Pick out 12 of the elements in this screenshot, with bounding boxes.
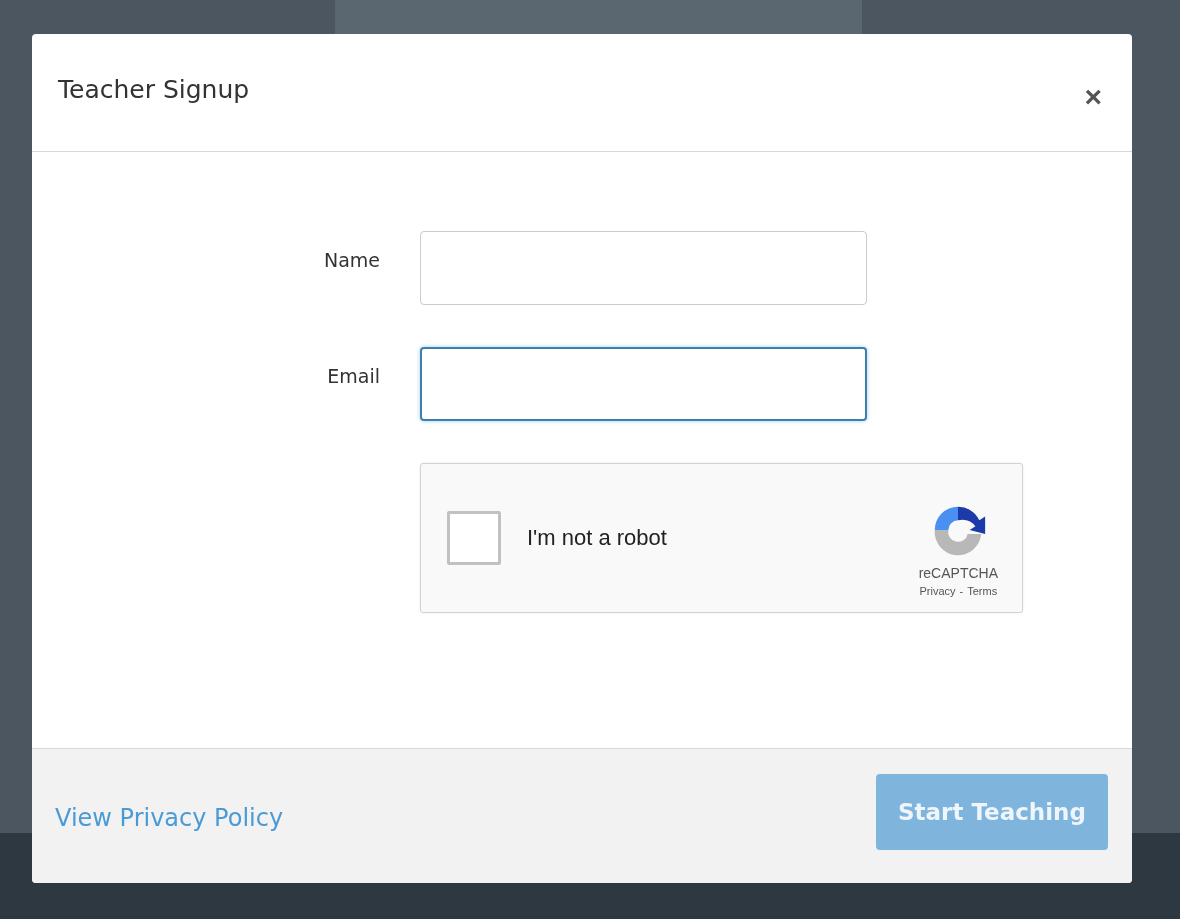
- captcha-label: I'm not a robot: [527, 525, 668, 551]
- terms-link[interactable]: Terms: [967, 585, 998, 597]
- captcha-brand: reCAPTCHA: [918, 565, 998, 581]
- captcha-checkbox[interactable]: [447, 511, 501, 565]
- field-label: Email: [326, 365, 381, 387]
- link-separator: -: [959, 585, 964, 597]
- privacy-link[interactable]: Privacy: [919, 585, 956, 597]
- input-field[interactable]: [420, 231, 867, 305]
- dialog-title: Teacher Signup: [58, 75, 250, 104]
- input-field[interactable]: [420, 347, 867, 421]
- close-button[interactable]: ×: [1080, 81, 1106, 112]
- field-label: Name: [322, 249, 381, 271]
